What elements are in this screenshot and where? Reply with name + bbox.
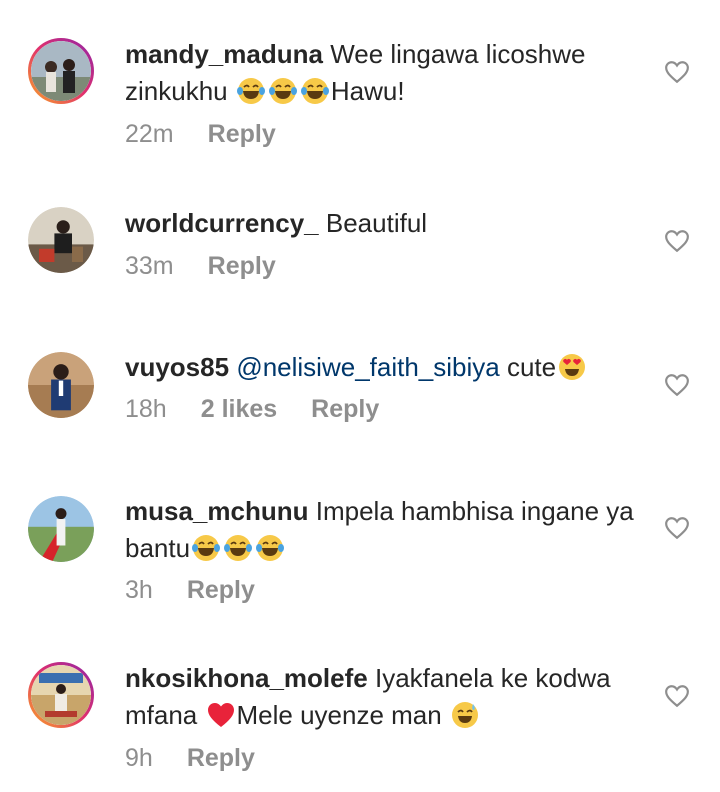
laugh-cry-emoji-icon <box>255 533 285 563</box>
reply-button[interactable]: Reply <box>311 395 379 424</box>
sweat-smile-emoji-icon <box>450 700 480 730</box>
like-heart-icon[interactable] <box>664 60 690 84</box>
comment-text: worldcurrency_ Beautiful <box>125 205 645 242</box>
avatar[interactable] <box>28 207 94 273</box>
like-heart-icon[interactable] <box>664 516 690 540</box>
comment-body-end: Mele uyenze man <box>236 700 442 730</box>
reply-button[interactable]: Reply <box>208 252 276 281</box>
reply-button[interactable]: Reply <box>208 120 276 149</box>
avatar[interactable] <box>28 662 94 728</box>
red-heart-emoji-icon <box>206 700 236 730</box>
comment-body: cute <box>506 352 557 382</box>
comment-meta: 3h Reply <box>125 576 255 605</box>
heart-eyes-emoji-icon <box>557 352 587 382</box>
username[interactable]: worldcurrency_ <box>125 208 319 238</box>
like-heart-icon[interactable] <box>664 684 690 708</box>
comment-meta: 22m Reply <box>125 120 276 149</box>
laugh-cry-emoji-icon <box>223 533 253 563</box>
comment-text: nkosikhona_molefe Iyakfanela ke kodwa mf… <box>125 660 645 734</box>
username[interactable]: vuyos85 <box>125 352 229 382</box>
like-heart-icon[interactable] <box>664 229 690 253</box>
mention-link[interactable]: @nelisiwe_faith_sibiya <box>236 352 499 382</box>
likes-count[interactable]: 2 likes <box>201 395 277 424</box>
comment-meta: 33m Reply <box>125 252 276 281</box>
comment-time: 33m <box>125 252 174 280</box>
comment-meta: 9h Reply <box>125 744 255 773</box>
reply-button[interactable]: Reply <box>187 744 255 773</box>
laugh-cry-emoji-icon <box>191 533 221 563</box>
laugh-cry-emoji-icon <box>236 76 266 106</box>
avatar[interactable] <box>28 496 94 562</box>
username[interactable]: mandy_maduna <box>125 39 323 69</box>
comment-time: 18h <box>125 395 167 423</box>
avatar[interactable] <box>28 352 94 418</box>
comment-body: Beautiful <box>325 208 428 238</box>
avatar[interactable] <box>28 38 94 104</box>
comment-time: 22m <box>125 120 174 148</box>
comment-meta: 18h 2 likes Reply <box>125 395 379 424</box>
comment-time: 3h <box>125 576 153 604</box>
comment-body-end: Hawu! <box>330 76 405 106</box>
comment-time: 9h <box>125 744 153 772</box>
comment-text: musa_mchunu Impela hambhisa ingane ya ba… <box>125 493 645 567</box>
reply-button[interactable]: Reply <box>187 576 255 605</box>
laugh-cry-emoji-icon <box>300 76 330 106</box>
comment-text: vuyos85 @nelisiwe_faith_sibiya cute <box>125 349 645 386</box>
laugh-cry-emoji-icon <box>268 76 298 106</box>
username[interactable]: musa_mchunu <box>125 496 309 526</box>
username[interactable]: nkosikhona_molefe <box>125 663 368 693</box>
comment-text: mandy_maduna Wee lingawa licoshwe zinkuk… <box>125 36 645 110</box>
like-heart-icon[interactable] <box>664 373 690 397</box>
